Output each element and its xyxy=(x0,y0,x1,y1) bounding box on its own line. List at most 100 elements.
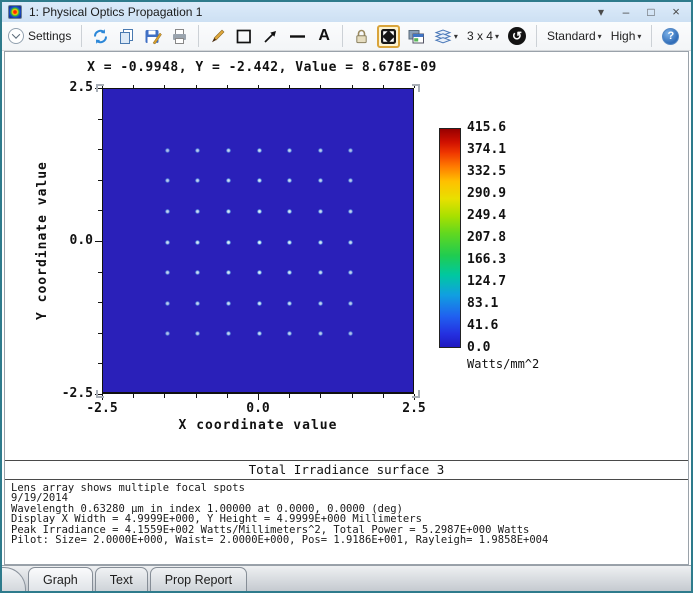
close-icon[interactable]: × xyxy=(669,5,683,19)
toolbar-separator xyxy=(198,25,199,47)
refresh-icon xyxy=(92,28,109,45)
focal-spot xyxy=(257,331,262,336)
x-axis-tick xyxy=(352,394,353,398)
focal-spot xyxy=(226,178,231,183)
focal-spot xyxy=(226,331,231,336)
settings-button[interactable]: Settings xyxy=(6,26,73,46)
caption-rule-bottom xyxy=(5,479,688,480)
clone-window-icon xyxy=(407,28,425,45)
x-axis-tick xyxy=(196,394,197,398)
caption-rule-top xyxy=(5,460,688,461)
update-button[interactable] xyxy=(90,26,111,47)
quality-caret-icon: ▾ xyxy=(637,32,641,41)
line-annotate-button[interactable] xyxy=(286,26,309,47)
y-axis-tick xyxy=(98,149,102,150)
focal-spot xyxy=(195,240,200,245)
print-button[interactable] xyxy=(169,26,190,47)
colorbar-tick-label: 374.1 xyxy=(467,142,527,157)
clone-window-button[interactable] xyxy=(405,26,427,47)
auto-update-button[interactable]: ↺ xyxy=(506,25,528,47)
colorbar-tick-label: 332.5 xyxy=(467,164,527,179)
irradiance-plot[interactable] xyxy=(102,88,414,394)
toolbar-separator xyxy=(81,25,82,47)
print-icon xyxy=(171,28,188,45)
tab-prop-report[interactable]: Prop Report xyxy=(150,567,247,591)
lock-window-button[interactable] xyxy=(351,26,372,47)
plot-caption: Total Irradiance surface 3 xyxy=(5,462,688,477)
focal-spot xyxy=(348,240,353,245)
focal-spot xyxy=(287,301,292,306)
colorbar-unit: Watts/mm^2 xyxy=(467,357,539,371)
top-axis-tick xyxy=(196,85,197,88)
focal-spot xyxy=(287,178,292,183)
plot-corner-handle xyxy=(412,84,420,92)
x-axis-tick xyxy=(258,394,259,400)
focal-spot xyxy=(318,148,323,153)
y-axis-tick xyxy=(95,241,102,242)
focal-spot xyxy=(257,178,262,183)
x-tick-label: -2.5 xyxy=(80,401,124,416)
focal-spot xyxy=(318,240,323,245)
y-tick-label: -2.5 xyxy=(55,386,93,401)
toolbar-separator xyxy=(342,25,343,47)
save-button[interactable] xyxy=(142,26,164,47)
settings-label: Settings xyxy=(28,29,71,43)
stack-layers-button[interactable]: ▾ xyxy=(432,26,460,47)
grid-layout-dropdown[interactable]: 3 x 4 ▾ xyxy=(465,27,501,45)
arrow-annotate-button[interactable] xyxy=(260,26,281,47)
text-annotate-button[interactable]: A xyxy=(314,26,334,46)
colorbar-tick-label: 124.7 xyxy=(467,274,527,289)
colorbar-tick-label: 166.3 xyxy=(467,252,527,267)
layers-icon xyxy=(434,28,452,45)
title-bar[interactable]: 1: Physical Optics Propagation 1 ▾ – □ × xyxy=(2,2,691,22)
bottom-tab-bar: GraphTextProp Report xyxy=(2,565,691,591)
top-axis-tick xyxy=(289,85,290,88)
lock-icon xyxy=(353,28,370,45)
y-axis-tick xyxy=(98,119,102,120)
copy-button[interactable] xyxy=(116,26,137,47)
colormap-caret-icon: ▾ xyxy=(598,32,602,41)
window-title: 1: Physical Optics Propagation 1 xyxy=(29,5,594,19)
focal-spot xyxy=(287,209,292,214)
quality-dropdown[interactable]: High ▾ xyxy=(609,27,644,45)
window-menu-caret-icon[interactable]: ▾ xyxy=(594,5,608,19)
focal-spot xyxy=(226,240,231,245)
pencil-annotate-button[interactable] xyxy=(207,26,228,47)
cursor-readout-title: X = -0.9948, Y = -2.442, Value = 8.678E-… xyxy=(62,60,462,75)
focal-spot xyxy=(257,301,262,306)
tab-text[interactable]: Text xyxy=(95,567,148,591)
colorbar-tick-label: 207.8 xyxy=(467,230,527,245)
focal-spot xyxy=(348,301,353,306)
grid-layout-caret-icon: ▾ xyxy=(495,32,499,41)
colorbar-tick-label: 83.1 xyxy=(467,296,527,311)
line-icon xyxy=(288,28,307,45)
focal-spot xyxy=(195,148,200,153)
focal-spot xyxy=(257,240,262,245)
focal-spot xyxy=(287,331,292,336)
focal-spot xyxy=(348,148,353,153)
maximize-icon[interactable]: □ xyxy=(644,5,658,19)
x-axis-tick xyxy=(289,394,290,398)
help-button[interactable]: ? xyxy=(660,26,681,47)
top-axis-tick xyxy=(133,85,134,88)
x-axis-tick xyxy=(164,394,165,398)
settings-chevron-icon xyxy=(8,28,24,44)
help-icon: ? xyxy=(662,28,679,45)
fit-window-button[interactable] xyxy=(377,25,400,48)
minimize-icon[interactable]: – xyxy=(619,5,633,19)
tab-graph[interactable]: Graph xyxy=(28,567,93,592)
y-axis-tick xyxy=(98,272,102,273)
plot-corner-handle xyxy=(96,390,104,398)
pencil-icon xyxy=(209,28,226,45)
rectangle-annotate-button[interactable] xyxy=(233,26,255,47)
focal-spot xyxy=(348,331,353,336)
focal-spot xyxy=(287,270,292,275)
colorbar-tick-label: 0.0 xyxy=(467,340,527,355)
colorbar-tick-label: 249.4 xyxy=(467,208,527,223)
colormap-label: Standard xyxy=(547,29,596,43)
focal-spot xyxy=(195,270,200,275)
focal-spot xyxy=(165,148,170,153)
colormap-dropdown[interactable]: Standard ▾ xyxy=(545,27,604,45)
top-axis-tick xyxy=(164,85,165,88)
top-axis-tick xyxy=(383,85,384,88)
